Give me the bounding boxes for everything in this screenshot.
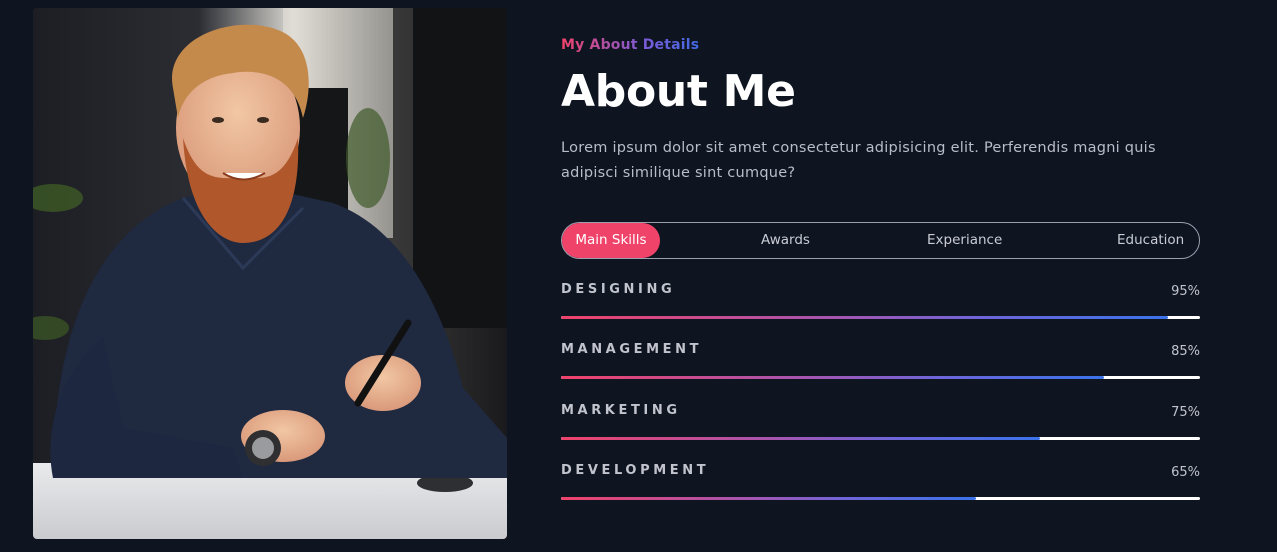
skill-designing: DESIGNING 95% <box>561 282 1200 322</box>
skill-progress-track <box>561 437 1200 440</box>
skill-progress-track <box>561 376 1200 379</box>
skill-progress-fill <box>561 376 1105 379</box>
skill-progress-track <box>561 497 1200 500</box>
tab-main-skills[interactable]: Main Skills <box>562 223 660 258</box>
profile-photo-image <box>33 8 507 539</box>
skill-name: DEVELOPMENT <box>561 463 710 478</box>
skill-marketing: MARKETING 75% <box>561 403 1200 443</box>
skill-name: DESIGNING <box>561 282 676 297</box>
skill-development: DEVELOPMENT 65% <box>561 463 1200 503</box>
tab-experiance[interactable]: Experiance <box>927 223 1002 258</box>
skill-percent: 75% <box>1171 405 1200 420</box>
skill-percent: 95% <box>1171 284 1200 299</box>
tab-awards[interactable]: Awards <box>761 223 810 258</box>
skill-progress-fill <box>561 497 977 500</box>
skill-name: MANAGEMENT <box>561 342 703 357</box>
skill-percent: 65% <box>1171 465 1200 480</box>
about-description: Lorem ipsum dolor sit amet consectetur a… <box>561 140 1156 181</box>
profile-photo <box>33 8 507 539</box>
tab-education[interactable]: Education <box>1117 223 1184 258</box>
skill-progress-fill <box>561 316 1169 319</box>
skills-tab-bar: Main Skills Awards Experiance Education <box>561 222 1200 259</box>
skill-name: MARKETING <box>561 403 681 418</box>
skill-progress-track <box>561 316 1200 319</box>
section-eyebrow: My About Details <box>561 37 700 53</box>
skill-percent: 85% <box>1171 344 1200 359</box>
skill-management: MANAGEMENT 85% <box>561 342 1200 382</box>
skill-progress-fill <box>561 437 1041 440</box>
about-content: My About Details About Me Lorem ipsum do… <box>561 0 1201 552</box>
page-title: About Me <box>561 66 796 117</box>
about-section: My About Details About Me Lorem ipsum do… <box>0 0 1277 552</box>
